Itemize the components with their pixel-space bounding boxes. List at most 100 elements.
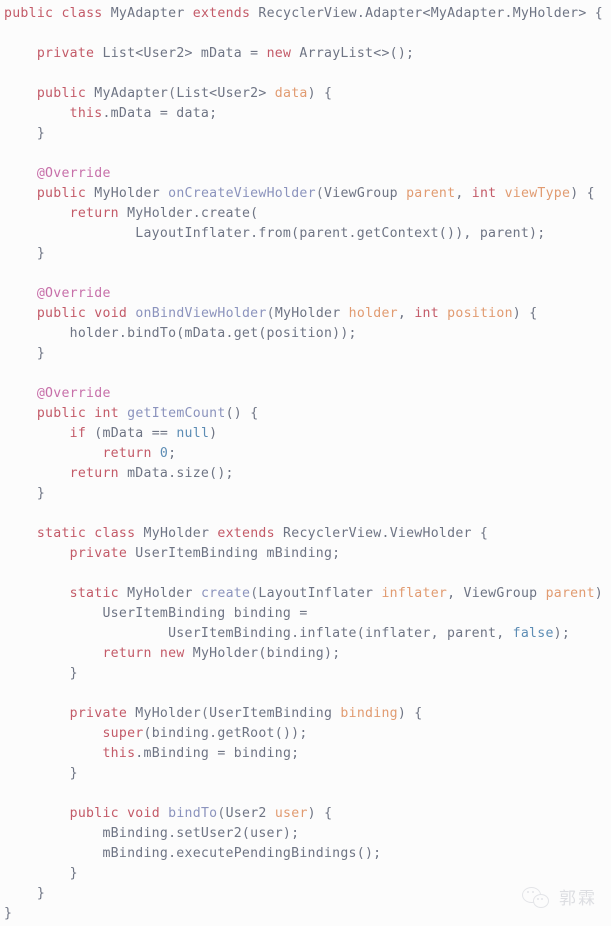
code-token-id: } (4, 906, 13, 921)
code-line: @Override (0, 284, 611, 304)
code-token-id: mBinding.executePendingBindings(); (102, 846, 382, 861)
code-token-id: .mData = data; (102, 106, 218, 121)
code-token-kw: int (414, 306, 439, 321)
code-token-kw: this (102, 746, 136, 761)
code-token-id: MyHolder (274, 306, 349, 321)
code-token-kw: static (36, 526, 87, 541)
code-token-kw: class (61, 6, 103, 21)
code-token-id: ) { (307, 806, 333, 821)
code-token-id: } (69, 866, 78, 881)
code-token-id: ViewGroup (324, 186, 407, 201)
code-token-kw: public (36, 186, 87, 201)
code-line: public void bindTo(User2 user) { (0, 804, 611, 824)
code-token-par: binding (340, 706, 398, 721)
code-token-id: } (36, 486, 46, 501)
code-token-kw: return (69, 466, 119, 481)
code-token-pun: ( (200, 706, 210, 721)
code-line: } (0, 244, 611, 264)
code-token-id: List<User2> (176, 86, 275, 101)
code-token-pun: ( (315, 186, 325, 201)
code-line: static MyHolder create(LayoutInflater in… (0, 584, 611, 604)
code-line: public MyAdapter(List<User2> data) { (0, 84, 611, 104)
java-code-block: public class MyAdapter extends RecyclerV… (0, 0, 611, 924)
code-token-par: holder (348, 306, 398, 321)
code-token-id: MyHolder.create( (127, 206, 259, 221)
code-token-kw: private (69, 546, 128, 561)
code-token-kw: super (102, 726, 144, 741)
code-token-id: (binding.getRoot()); (143, 726, 308, 741)
code-token-id: ) { (594, 586, 604, 601)
code-screenshot: public class MyAdapter extends RecyclerV… (0, 0, 611, 926)
code-token-kw: public (36, 306, 87, 321)
code-line: UserItemBinding.inflate(inflater, parent… (0, 624, 611, 644)
code-line: } (0, 764, 611, 784)
code-token-pun (135, 526, 143, 541)
code-token-kw: public (36, 406, 87, 421)
code-token-id: MyAdapter (94, 86, 169, 101)
code-token-id: RecyclerView.ViewHolder { (283, 526, 489, 541)
code-token-fn: bindTo (168, 806, 218, 821)
code-token-pun (119, 466, 127, 481)
code-line: holder.bindTo(mData.get(position)); (0, 324, 611, 344)
code-token-ann: @Override (36, 286, 111, 301)
code-token-pun (185, 646, 193, 661)
code-token-id: RecyclerView.Adapter<MyAdapter.MyHolder>… (258, 6, 603, 21)
code-token-kw: void (127, 806, 160, 821)
code-token-id: () { (225, 406, 259, 421)
code-token-pun (119, 406, 127, 421)
code-token-par: user (274, 806, 308, 821)
code-token-pun (275, 526, 283, 541)
code-token-fn: getItemCount (127, 406, 226, 421)
code-line: this.mData = data; (0, 104, 611, 124)
code-token-kw: extends (192, 6, 251, 21)
code-token-kw: public (69, 806, 119, 821)
code-token-id: MyAdapter (110, 6, 185, 21)
code-token-kw: extends (217, 526, 275, 541)
code-token-par: parent (545, 586, 595, 601)
code-line: super(binding.getRoot()); (0, 724, 611, 744)
code-token-id: UserItemBinding mBinding; (135, 546, 341, 561)
code-token-pun (152, 446, 160, 461)
wechat-logo-icon (522, 886, 552, 912)
code-token-ann: @Override (36, 386, 111, 401)
code-token-id: ArrayList<>(); (299, 46, 415, 61)
code-token-pun (152, 646, 160, 661)
code-line: } (0, 484, 611, 504)
code-token-id: MyHolder (94, 186, 160, 201)
code-token-pun (160, 806, 168, 821)
code-token-id: } (69, 766, 78, 781)
code-token-par: parent (406, 186, 456, 201)
code-token-id: ); (553, 626, 571, 641)
code-line: return MyHolder.create( (0, 204, 611, 224)
code-token-id: User2 (225, 806, 275, 821)
code-token-id: .mBinding = binding; (135, 746, 300, 761)
code-token-id: LayoutInflater (258, 586, 382, 601)
code-line: if (mData == null) (0, 424, 611, 444)
code-token-fn: onCreateViewHolder (168, 186, 316, 201)
code-token-pun: ( (217, 806, 226, 821)
code-token-id: MyHolder (143, 526, 210, 541)
code-line: return 0; (0, 444, 611, 464)
code-token-lit: 0 (159, 446, 169, 461)
